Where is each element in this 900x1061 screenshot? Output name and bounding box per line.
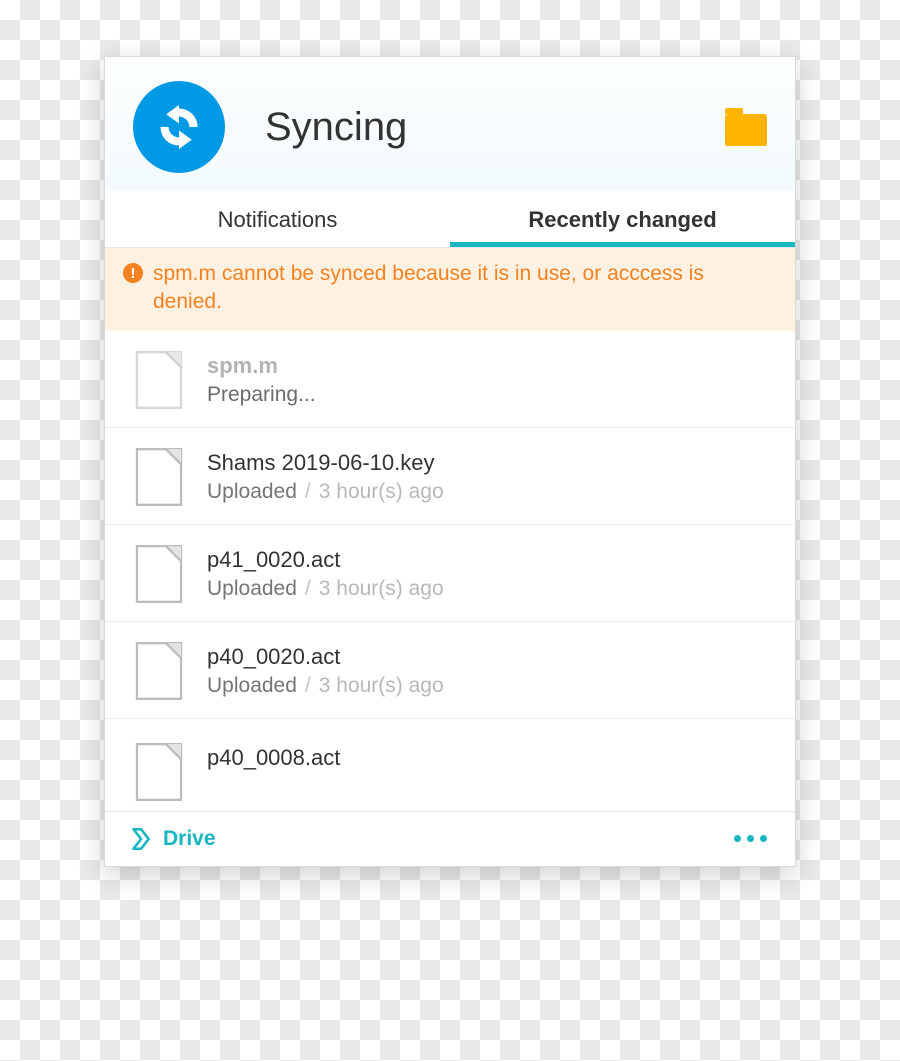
separator: / xyxy=(297,480,319,503)
file-status: Uploaded/3 hour(s) ago xyxy=(207,674,444,698)
panel-title: Syncing xyxy=(265,105,725,150)
file-icon xyxy=(133,448,185,506)
file-row[interactable]: p41_0020.act Uploaded/3 hour(s) ago xyxy=(105,525,795,622)
file-name: Shams 2019-06-10.key xyxy=(207,450,444,476)
panel-footer: Drive xyxy=(105,811,795,866)
sync-panel: Syncing Notifications Recently changed !… xyxy=(104,56,796,867)
file-icon xyxy=(133,642,185,700)
file-meta: Shams 2019-06-10.key Uploaded/3 hour(s) … xyxy=(207,448,444,504)
file-status: Uploaded/3 hour(s) ago xyxy=(207,480,444,504)
file-name: p40_0008.act xyxy=(207,745,340,771)
warning-icon: ! xyxy=(123,263,143,283)
file-status-text: Uploaded xyxy=(207,577,297,600)
open-folder-button[interactable] xyxy=(725,114,767,146)
tab-notifications[interactable]: Notifications xyxy=(105,191,450,247)
file-row[interactable]: spm.m Preparing... xyxy=(105,331,795,428)
file-icon xyxy=(133,743,185,801)
drive-icon xyxy=(127,826,153,852)
tab-recently-changed[interactable]: Recently changed xyxy=(450,191,795,247)
file-row[interactable]: p40_0008.act xyxy=(105,719,795,801)
file-time: 3 hour(s) ago xyxy=(319,480,444,503)
file-status: Uploaded/3 hour(s) ago xyxy=(207,577,444,601)
file-meta: spm.m Preparing... xyxy=(207,351,316,407)
file-name: spm.m xyxy=(207,353,316,379)
file-status-text: Uploaded xyxy=(207,674,297,697)
file-meta: p40_0008.act xyxy=(207,739,340,771)
file-time: 3 hour(s) ago xyxy=(319,577,444,600)
file-row[interactable]: Shams 2019-06-10.key Uploaded/3 hour(s) … xyxy=(105,428,795,525)
file-list-container: spm.m Preparing... Shams 2019-06-10.key … xyxy=(105,331,795,811)
tabs: Notifications Recently changed xyxy=(105,191,795,248)
file-status: Preparing... xyxy=(207,383,316,407)
file-name: p40_0020.act xyxy=(207,644,444,670)
file-icon xyxy=(133,351,185,409)
file-meta: p40_0020.act Uploaded/3 hour(s) ago xyxy=(207,642,444,698)
file-icon xyxy=(133,545,185,603)
file-row[interactable]: p40_0020.act Uploaded/3 hour(s) ago xyxy=(105,622,795,719)
more-menu-button[interactable] xyxy=(728,829,773,848)
file-list: spm.m Preparing... Shams 2019-06-10.key … xyxy=(105,331,795,811)
drive-link[interactable]: Drive xyxy=(163,827,216,851)
file-status-text: Uploaded xyxy=(207,480,297,503)
sync-icon xyxy=(133,81,225,173)
warning-text: spm.m cannot be synced because it is in … xyxy=(153,260,777,317)
file-name: p41_0020.act xyxy=(207,547,444,573)
panel-header: Syncing xyxy=(105,57,795,191)
file-time: 3 hour(s) ago xyxy=(319,674,444,697)
separator: / xyxy=(297,674,319,697)
separator: / xyxy=(297,577,319,600)
warning-banner: ! spm.m cannot be synced because it is i… xyxy=(105,248,795,331)
file-meta: p41_0020.act Uploaded/3 hour(s) ago xyxy=(207,545,444,601)
